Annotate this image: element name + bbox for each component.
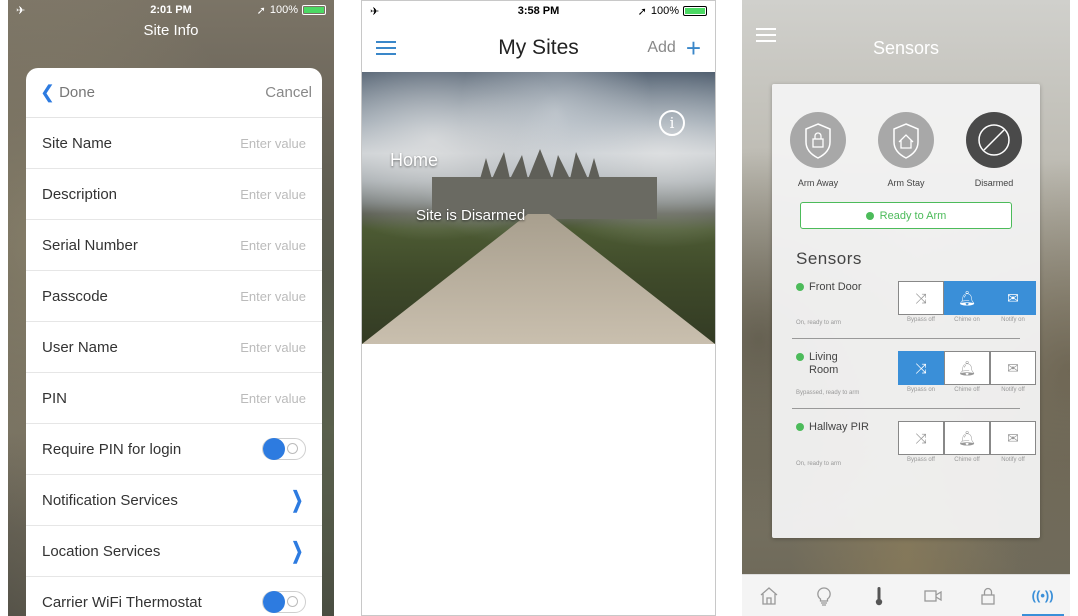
tab-lights[interactable] [809, 581, 839, 611]
field-site-name[interactable]: Site Name Enter value [26, 118, 322, 169]
chevron-right-icon: ❯ [290, 538, 303, 563]
sensor-status: On, ready to arm [796, 320, 842, 326]
site-card[interactable]: Home Site is Disarmed i [362, 72, 715, 344]
bell-icon: 🔔︎ [958, 290, 976, 306]
sensor-name: Living Room [809, 351, 839, 376]
plus-icon: + [685, 33, 701, 63]
disarmed-button[interactable]: Disarmed [958, 112, 1030, 188]
my-sites-screen: ✈ ︎ 3:58 PM ➚ 100% My Sites Add + Home Sit… [361, 0, 716, 616]
sensor-row: Front Door On, ready to arm ⤨ Bypass off … [792, 269, 1036, 339]
notification-services-row[interactable]: Notification Services ❯ [26, 475, 322, 526]
ready-dot-icon [865, 211, 874, 220]
notify-button[interactable]: ✉ [990, 281, 1036, 315]
sensor-row: Hallway PIR On, ready to arm ⤨ Bypass off… [792, 409, 1036, 479]
video-camera-icon [924, 589, 942, 602]
tab-home[interactable] [754, 581, 784, 611]
padlock-icon [981, 587, 995, 605]
pin-input[interactable]: Enter value [240, 391, 306, 406]
security-panel: Arm Away Arm Stay Disarmed Ready to Arm … [772, 84, 1040, 538]
site-status: Site is Disarmed [416, 207, 526, 224]
tab-bar: ((•)) [742, 574, 1070, 616]
status-time: 3:58 PM [517, 5, 560, 17]
site-name: Home [390, 150, 439, 170]
form-header: ❮ Done Cancel [26, 68, 322, 118]
site-name-input[interactable]: Enter value [240, 136, 306, 151]
tab-locks[interactable] [973, 581, 1003, 611]
bypass-button[interactable]: ⤨ [898, 351, 944, 385]
bell-icon: 🔔︎ [958, 360, 976, 376]
bypass-button[interactable]: ⤨ [898, 421, 944, 455]
status-time: 2:01 PM [150, 4, 192, 16]
sensors-screen: Sensors Arm Away Arm Stay Disarmed Ready… [742, 0, 1070, 616]
serial-number-input[interactable]: Enter value [240, 238, 306, 253]
sensor-row: Living Room Bypassed, ready to arm ⤨ Bypa… [792, 339, 1036, 409]
envelope-icon: ✉ [1007, 290, 1019, 306]
bell-icon: 🔔︎ [958, 430, 976, 446]
thermostat-toggle[interactable] [262, 591, 306, 613]
tab-thermostat[interactable] [864, 581, 894, 611]
passcode-input[interactable]: Enter value [240, 289, 306, 304]
status-dot-icon [796, 423, 804, 431]
page-title: Site Info [143, 22, 199, 39]
disarmed-icon [978, 124, 1010, 156]
lock-shield-icon [805, 123, 831, 159]
sensors-heading: Sensors [796, 249, 862, 268]
require-pin-row: Require PIN for login [26, 424, 322, 475]
cancel-button[interactable]: Cancel [265, 84, 312, 101]
description-input[interactable]: Enter value [240, 187, 306, 202]
lightbulb-icon [817, 586, 831, 606]
field-serial-number[interactable]: Serial Number Enter value [26, 220, 322, 271]
status-bar: ✈ ︎ 3:58 PM ➚ 100% [362, 1, 715, 21]
sensor-status: Bypassed, ready to arm [796, 390, 860, 396]
notify-button[interactable]: ✉ [990, 351, 1036, 385]
thermostat-row: Carrier WiFi Thermostat [26, 577, 322, 616]
user-name-input[interactable]: Enter value [240, 340, 306, 355]
thermometer-icon [875, 586, 882, 605]
shuffle-icon: ⤨ [915, 430, 927, 446]
battery-icon [683, 6, 707, 16]
field-user-name[interactable]: User Name Enter value [26, 322, 322, 373]
tab-cameras[interactable] [918, 581, 948, 611]
arm-away-button[interactable]: Arm Away [782, 112, 854, 188]
sensor-name: Hallway PIR [809, 421, 869, 433]
shuffle-icon: ⤨ [915, 290, 927, 306]
ready-to-arm-badge: Ready to Arm [800, 202, 1012, 229]
field-passcode[interactable]: Passcode Enter value [26, 271, 322, 322]
envelope-icon: ✉ [1007, 360, 1019, 376]
status-bar: ✈ ︎ 2:01 PM ➚ 100% [8, 0, 334, 20]
site-info-form: ❮ Done Cancel Site Name Enter value Descri… [26, 68, 322, 616]
location-services-row[interactable]: Location Services ❯ [26, 526, 322, 577]
chevron-right-icon: ❯ [290, 487, 303, 512]
home-shield-icon [893, 123, 919, 159]
home-icon [760, 586, 778, 605]
radio-waves-icon: ((•)) [1031, 588, 1054, 603]
field-description[interactable]: Description Enter value [26, 169, 322, 220]
bypass-button[interactable]: ⤨ [898, 281, 944, 315]
sensor-status: On, ready to arm [796, 461, 842, 467]
chime-button[interactable]: 🔔︎ [944, 421, 990, 455]
chevron-left-icon: ❮ [40, 82, 56, 102]
page-title: Sensors [872, 38, 940, 58]
add-site-button[interactable]: Add + [647, 33, 701, 63]
status-dot-icon [796, 283, 804, 291]
info-icon[interactable]: i [659, 110, 685, 136]
menu-icon[interactable] [376, 41, 396, 55]
battery-icon [302, 5, 326, 15]
nav-bar: My Sites Add + [362, 25, 715, 71]
site-info-screen: ✈ ︎ 2:01 PM ➚ 100% Site Info ❮ Done Cancel… [8, 0, 334, 616]
tab-sensors[interactable]: ((•)) [1021, 581, 1064, 616]
arm-stay-button[interactable]: Arm Stay [870, 112, 942, 188]
notify-button[interactable]: ✉ [990, 421, 1036, 455]
shuffle-icon: ⤨ [915, 360, 927, 376]
chime-button[interactable]: 🔔︎ [944, 281, 990, 315]
field-pin[interactable]: PIN Enter value [26, 373, 322, 424]
chime-button[interactable]: 🔔︎ [944, 351, 990, 385]
arm-modes: Arm Away Arm Stay Disarmed [772, 84, 1040, 188]
require-pin-toggle[interactable] [262, 438, 306, 460]
envelope-icon: ✉ [1007, 430, 1019, 446]
done-button[interactable]: ❮ Done [40, 82, 95, 103]
sensor-name: Front Door [809, 281, 862, 293]
status-dot-icon [796, 353, 804, 361]
